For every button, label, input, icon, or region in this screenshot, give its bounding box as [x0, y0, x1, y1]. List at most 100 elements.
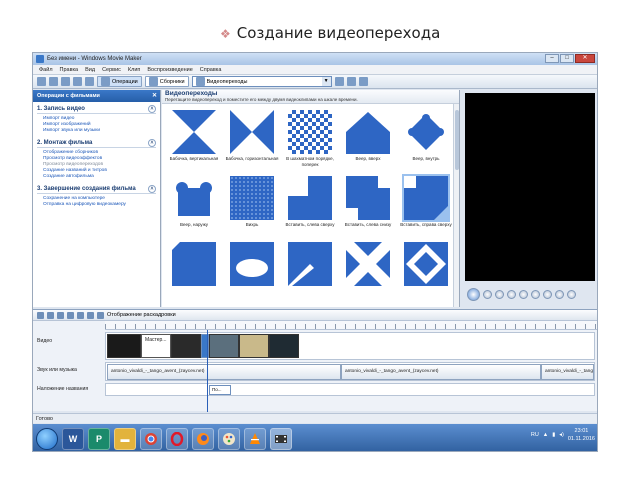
transition-item[interactable] — [223, 238, 281, 304]
view-options-icon[interactable] — [358, 77, 368, 86]
transition-item[interactable]: Веер, внутрь — [397, 106, 455, 172]
narrate-icon[interactable] — [37, 311, 44, 319]
menu-tools[interactable]: Сервис — [102, 65, 121, 74]
previous-frame-button[interactable] — [495, 289, 504, 299]
timeline-ruler[interactable] — [105, 321, 597, 330]
task-link[interactable]: Импорт звука или музыки — [37, 128, 156, 134]
collection-scrollbar[interactable] — [453, 104, 459, 307]
zoom-in-icon[interactable] — [57, 311, 64, 319]
publisher-icon[interactable]: P — [88, 427, 110, 450]
menu-file[interactable]: Файл — [39, 65, 53, 74]
new-project-icon[interactable] — [37, 77, 46, 86]
collapse-icon[interactable]: ˄ — [148, 105, 156, 113]
transition-item[interactable] — [397, 238, 455, 304]
menu-view[interactable]: Вид — [85, 65, 95, 74]
play-timeline-icon[interactable] — [87, 311, 94, 319]
menu-edit[interactable]: Правка — [60, 65, 79, 74]
undo-icon[interactable] — [73, 77, 82, 86]
transition-item[interactable]: Веер, наружу — [165, 172, 223, 238]
movie-maker-icon[interactable] — [270, 427, 292, 450]
video-clip[interactable] — [209, 334, 239, 358]
task-section-title[interactable]: 2. Монтаж фильма ˄ — [37, 139, 156, 148]
storyboard-toggle-icon[interactable] — [97, 311, 104, 319]
transition-item[interactable]: Вихрь — [223, 172, 281, 238]
minimize-button[interactable]: – — [545, 54, 559, 63]
clock[interactable]: 23:01 01.11.2016 — [568, 427, 595, 443]
audio-clip[interactable]: antonio_vivaldi_-_tango_avent_(zaycev.ne… — [107, 364, 341, 380]
language-indicator[interactable]: RU — [531, 432, 539, 438]
timeline-toolbar: Отображение раскадровки — [33, 310, 597, 321]
stop-button[interactable] — [483, 289, 492, 299]
opera-icon[interactable] — [166, 427, 188, 450]
fullscreen-button[interactable] — [567, 289, 576, 299]
paint-icon[interactable] — [218, 427, 240, 450]
split-button[interactable] — [543, 289, 552, 299]
storyboard-toggle-label[interactable]: Отображение раскадровки — [107, 312, 176, 318]
operations-button[interactable]: Операции — [97, 76, 142, 87]
inset-top-left-icon — [288, 176, 332, 220]
firefox-icon[interactable] — [192, 427, 214, 450]
video-clip[interactable] — [269, 334, 299, 358]
rewind-button[interactable] — [507, 289, 516, 299]
transition-item[interactable]: Веер, вверх — [339, 106, 397, 172]
task-link[interactable]: Отправка на цифровую видеокамеру — [37, 202, 156, 208]
collapse-icon[interactable]: ˄ — [148, 185, 156, 193]
playhead[interactable] — [207, 330, 208, 412]
zoom-out-icon[interactable] — [67, 311, 74, 319]
video-clip[interactable] — [107, 334, 141, 358]
task-section-capture: 1. Запись видео ˄ Импорт видео Импорт изо… — [33, 102, 160, 136]
collection-select[interactable]: Видеопереходы ▼ — [191, 76, 332, 87]
collections-button[interactable]: Сборники — [144, 76, 189, 87]
new-folder-icon[interactable] — [346, 77, 356, 86]
video-clip[interactable] — [171, 334, 201, 358]
volume-icon[interactable]: ◂) — [559, 432, 564, 438]
transition-item[interactable]: Бабочка, вертикальная — [165, 106, 223, 172]
task-section-title[interactable]: 3. Завершение создания фильма ˄ — [37, 185, 156, 194]
transition-item[interactable] — [339, 238, 397, 304]
transition-item[interactable]: В шахматном порядке, поперек — [281, 106, 339, 172]
start-button[interactable] — [36, 427, 58, 450]
transition-item[interactable] — [281, 238, 339, 304]
audio-levels-icon[interactable] — [47, 311, 54, 319]
collection-header: Видеопереходы Перетащите видеопереход и … — [162, 90, 459, 104]
task-section-title[interactable]: 1. Запись видео ˄ — [37, 105, 156, 114]
network-icon[interactable]: ▮ — [552, 432, 555, 438]
menu-help[interactable]: Справка — [200, 65, 222, 74]
up-level-icon[interactable] — [334, 77, 344, 86]
transition-item[interactable]: Вставить, слева снизу — [339, 172, 397, 238]
chrome-icon[interactable] — [140, 427, 162, 450]
scroll-thumb[interactable] — [455, 110, 459, 170]
video-clip[interactable] — [239, 334, 269, 358]
maximize-button[interactable]: □ — [560, 54, 574, 63]
title-overlay-clip[interactable]: По... — [209, 385, 231, 395]
rewind-timeline-icon[interactable] — [77, 311, 84, 319]
open-project-icon[interactable] — [49, 77, 58, 86]
transition-item[interactable] — [165, 238, 223, 304]
task-link[interactable]: Создание автофильма — [37, 174, 156, 180]
menu-clip[interactable]: Клип — [128, 65, 140, 74]
close-pane-icon[interactable]: ✕ — [152, 90, 157, 102]
tasks-pane-header: Операции с фильмами ✕ — [33, 90, 160, 102]
collection-description: Перетащите видеопереход и поместите его … — [165, 97, 358, 102]
tray-arrow-icon[interactable]: ▲ — [543, 432, 548, 438]
transition-item[interactable]: Вставить, справа сверху — [397, 172, 455, 238]
audio-clip[interactable]: antonio_vivaldi_-_tango_avent_(zaycev.ne… — [341, 364, 541, 380]
close-button[interactable]: ✕ — [575, 54, 595, 63]
explorer-folder-icon[interactable]: ▬ — [114, 427, 136, 450]
word-icon[interactable]: W — [62, 427, 84, 450]
ruler-tick — [145, 324, 146, 329]
transition-item[interactable]: Бабочка, горизонтальная — [223, 106, 281, 172]
vlc-icon[interactable] — [244, 427, 266, 450]
redo-icon[interactable] — [85, 77, 94, 86]
save-project-icon[interactable] — [61, 77, 70, 86]
transition-item[interactable]: Вставить, слева сверху — [281, 172, 339, 238]
next-frame-button[interactable] — [531, 289, 540, 299]
collapse-icon[interactable]: ˄ — [148, 139, 156, 147]
ruler-tick — [575, 324, 576, 329]
fast-forward-button[interactable] — [519, 289, 528, 299]
menu-playback[interactable]: Воспроизведение — [147, 65, 192, 74]
audio-clip[interactable]: antonio_vivaldi_-_tango_av — [541, 364, 594, 380]
snapshot-button[interactable] — [555, 289, 564, 299]
video-clip[interactable]: Мастер... — [141, 334, 171, 358]
play-button[interactable] — [467, 287, 480, 301]
